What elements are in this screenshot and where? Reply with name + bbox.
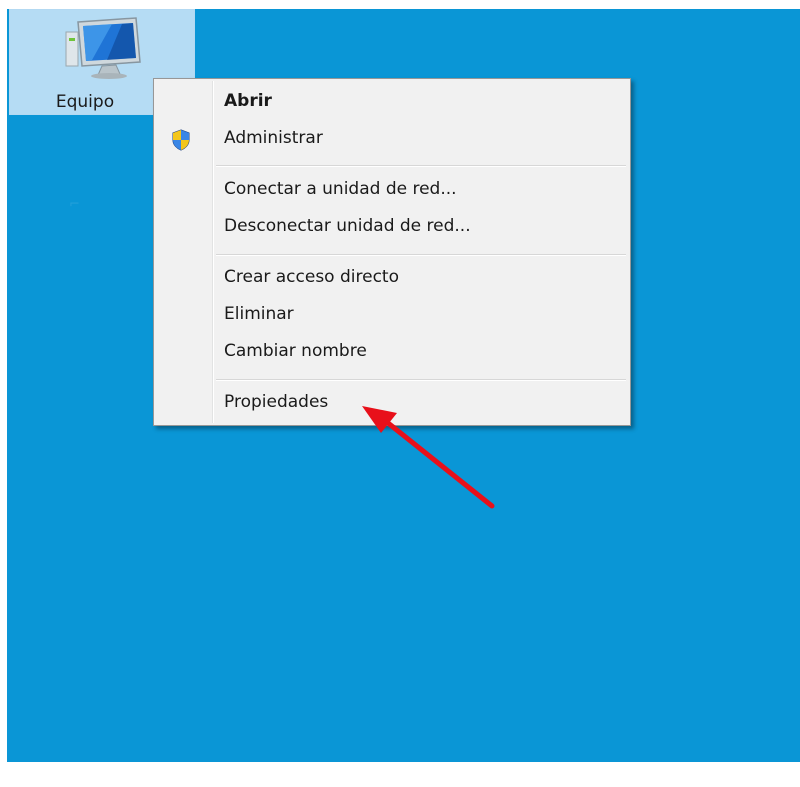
screenshot-frame: ⌐ Equipo Abrir Administrar Conectar a un…: [0, 0, 800, 787]
desktop-background[interactable]: ⌐ Equipo Abrir Administrar Conectar a un…: [7, 9, 800, 762]
red-arrow-annotation: [362, 406, 495, 509]
